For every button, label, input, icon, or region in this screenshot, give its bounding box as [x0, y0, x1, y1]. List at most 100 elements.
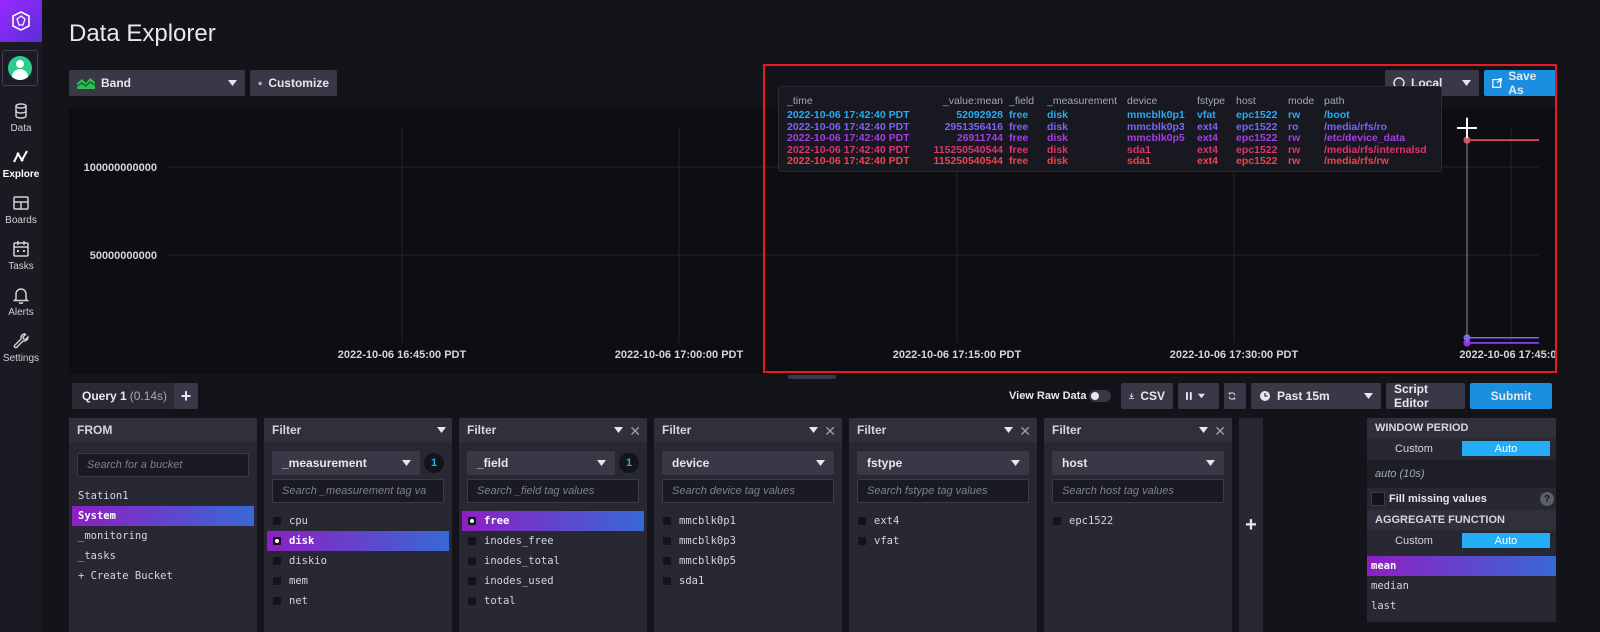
tooltip-cell: free: [1009, 120, 1029, 133]
checkbox[interactable]: [468, 557, 476, 565]
pause-dropdown[interactable]: [1178, 383, 1219, 409]
fill-missing-checkbox[interactable]: [1371, 492, 1385, 506]
close-icon[interactable]: ✕: [824, 423, 836, 440]
csv-button[interactable]: CSV: [1121, 383, 1173, 409]
tag-value-item[interactable]: disk: [267, 531, 449, 551]
close-icon[interactable]: ✕: [1019, 423, 1031, 440]
viz-type-dropdown[interactable]: Band: [69, 70, 245, 96]
bucket-item[interactable]: Station1: [72, 486, 254, 506]
nav-item-settings[interactable]: Settings: [0, 325, 42, 371]
database-icon: [15, 103, 27, 119]
close-icon[interactable]: ✕: [1214, 423, 1226, 440]
checkbox[interactable]: [273, 537, 281, 545]
submit-button[interactable]: Submit: [1470, 383, 1552, 409]
nav-item-alerts[interactable]: Alerts: [0, 279, 42, 325]
tag-value-item[interactable]: mmcblk0p1: [657, 511, 839, 531]
tooltip-cell: 52092928: [956, 109, 1003, 121]
window-auto-option[interactable]: Auto: [1462, 441, 1550, 456]
bucket-item[interactable]: System: [72, 506, 254, 526]
tag-value-item[interactable]: total: [462, 591, 644, 611]
checkbox[interactable]: [468, 577, 476, 585]
checkbox[interactable]: [1053, 517, 1061, 525]
tag-value-item[interactable]: sda1: [657, 571, 839, 591]
filter-header[interactable]: Filter ✕: [654, 418, 842, 442]
bucket-item[interactable]: _tasks: [72, 546, 254, 566]
tag-value-item[interactable]: epc1522: [1047, 511, 1229, 531]
tag-value-item[interactable]: diskio: [267, 551, 449, 571]
tag-value-item[interactable]: cpu: [267, 511, 449, 531]
checkbox[interactable]: [468, 537, 476, 545]
aggregate-auto-option[interactable]: Auto: [1462, 533, 1550, 548]
caret-down-icon: [228, 80, 237, 86]
view-raw-toggle[interactable]: [1089, 390, 1111, 402]
tag-value-item[interactable]: inodes_used: [462, 571, 644, 591]
filter-header[interactable]: Filter ✕: [849, 418, 1037, 442]
checkbox[interactable]: [273, 517, 281, 525]
filter-header[interactable]: Filter ✕: [1044, 418, 1232, 442]
tag-value-search-input[interactable]: Search fstype tag values: [857, 479, 1029, 503]
tag-value-search-input[interactable]: Search host tag values: [1052, 479, 1224, 503]
aggregate-function-item[interactable]: mean: [1367, 556, 1556, 576]
add-filter-button[interactable]: +: [1239, 418, 1263, 632]
aggregate-function-item[interactable]: median: [1367, 576, 1556, 596]
tag-key-dropdown[interactable]: fstype: [857, 451, 1029, 475]
tag-value-search-input[interactable]: Search device tag values: [662, 479, 834, 503]
help-icon[interactable]: ?: [1540, 492, 1554, 506]
window-custom-option[interactable]: Custom: [1369, 441, 1459, 456]
tag-key-dropdown[interactable]: host: [1052, 451, 1224, 475]
tag-value-item[interactable]: mmcblk0p3: [657, 531, 839, 551]
influxdb-logo-icon[interactable]: [0, 0, 42, 42]
checkbox[interactable]: [468, 597, 476, 605]
close-icon[interactable]: ✕: [629, 423, 641, 440]
tag-key-dropdown[interactable]: device: [662, 451, 834, 475]
tab-query-1[interactable]: Query 1 (0.14s): [72, 383, 178, 409]
tag-key-label: device: [672, 456, 710, 470]
script-editor-button[interactable]: Script Editor: [1386, 382, 1465, 410]
user-avatar[interactable]: [2, 50, 38, 86]
checkbox[interactable]: [663, 557, 671, 565]
tag-value-search-input[interactable]: Search _measurement tag va: [272, 479, 444, 503]
tag-value-item[interactable]: vfat: [852, 531, 1034, 551]
aggregate-custom-option[interactable]: Custom: [1369, 533, 1459, 548]
tag-key-dropdown[interactable]: _measurement: [272, 451, 420, 475]
add-query-button[interactable]: +: [174, 383, 198, 409]
aggregate-function-item[interactable]: last: [1367, 596, 1556, 616]
save-as-button[interactable]: Save As: [1484, 69, 1556, 97]
nav-item-tasks[interactable]: Tasks: [0, 233, 42, 279]
nav-item-boards[interactable]: Boards: [0, 187, 42, 233]
checkbox[interactable]: [273, 557, 281, 565]
nav-item-explore[interactable]: Explore: [0, 141, 42, 187]
tag-value-item[interactable]: mmcblk0p5: [657, 551, 839, 571]
time-range-dropdown[interactable]: Past 15m: [1251, 383, 1381, 409]
checkbox[interactable]: [663, 537, 671, 545]
tag-value-item[interactable]: free: [462, 511, 644, 531]
tag-value-item[interactable]: ext4: [852, 511, 1034, 531]
bucket-item[interactable]: + Create Bucket: [72, 566, 254, 586]
tag-value-item[interactable]: net: [267, 591, 449, 611]
bucket-list: Station1 System _monitoring _tasks + Create …: [69, 486, 257, 586]
tag-value-search-input[interactable]: Search _field tag values: [467, 479, 639, 503]
window-period-input[interactable]: auto (10s): [1367, 460, 1556, 488]
checkbox[interactable]: [273, 597, 281, 605]
tab-time: (0.14s): [129, 389, 168, 403]
checkbox[interactable]: [858, 537, 866, 545]
tag-value-item[interactable]: inodes_free: [462, 531, 644, 551]
checkbox[interactable]: [273, 577, 281, 585]
bucket-search-input[interactable]: Search for a bucket: [77, 453, 249, 477]
resize-handle[interactable]: [788, 375, 836, 379]
aggregate-toggle: Custom Auto: [1367, 530, 1556, 552]
checkbox[interactable]: [663, 517, 671, 525]
filter-header[interactable]: Filter: [264, 418, 452, 442]
bucket-item[interactable]: _monitoring: [72, 526, 254, 546]
tooltip-cell: rw: [1288, 155, 1301, 167]
checkbox[interactable]: [663, 577, 671, 585]
refresh-button[interactable]: [1224, 383, 1246, 409]
checkbox[interactable]: [858, 517, 866, 525]
tag-key-dropdown[interactable]: _field: [467, 451, 615, 475]
checkbox[interactable]: [468, 517, 476, 525]
nav-item-data[interactable]: Data: [0, 95, 42, 141]
customize-button[interactable]: Customize: [250, 70, 337, 96]
filter-header[interactable]: Filter ✕: [459, 418, 647, 442]
tag-value-item[interactable]: inodes_total: [462, 551, 644, 571]
tag-value-item[interactable]: mem: [267, 571, 449, 591]
